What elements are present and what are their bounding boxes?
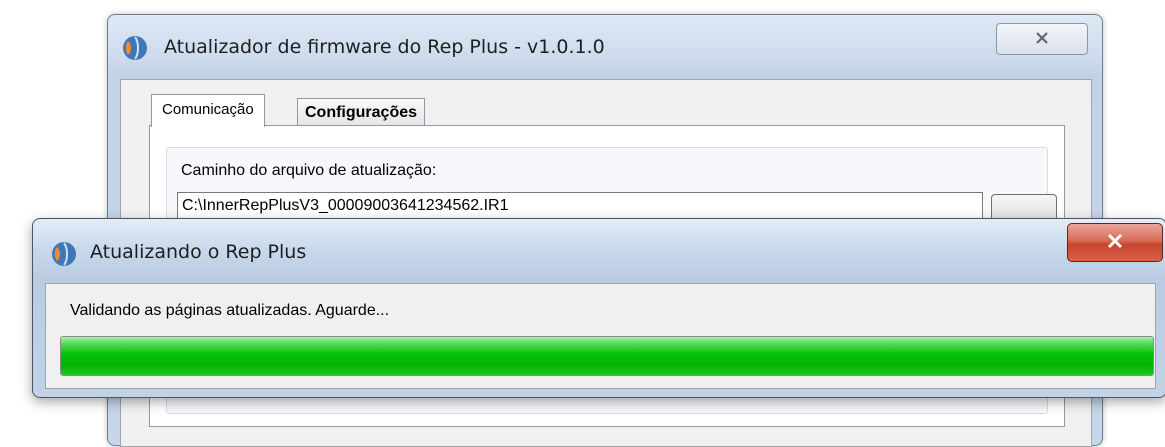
app-globe-icon	[51, 241, 77, 271]
progress-dialog-title: Atualizando o Rep Plus	[90, 241, 307, 263]
app-globe-icon	[122, 35, 148, 65]
progress-client-area: Validando as páginas atualizadas. Aguard…	[45, 283, 1156, 389]
progress-bar-fill	[61, 337, 1153, 375]
file-path-label: Caminho do arquivo de atualização:	[181, 162, 437, 179]
progress-bar	[60, 336, 1154, 376]
close-icon	[1106, 233, 1124, 253]
tab-configuracoes[interactable]: Configurações	[297, 98, 426, 127]
updater-window-title: Atualizador de firmware do Rep Plus - v1…	[164, 36, 605, 58]
progress-close-button[interactable]	[1067, 223, 1163, 262]
progress-dialog: Atualizando o Rep Plus Validando as pági…	[32, 218, 1165, 398]
updater-close-button[interactable]	[996, 23, 1088, 55]
status-message: Validando as páginas atualizadas. Aguard…	[70, 302, 390, 319]
file-path-input[interactable]	[177, 192, 983, 220]
close-icon	[1035, 30, 1049, 49]
tab-comunicacao[interactable]: Comunicação	[151, 94, 265, 127]
